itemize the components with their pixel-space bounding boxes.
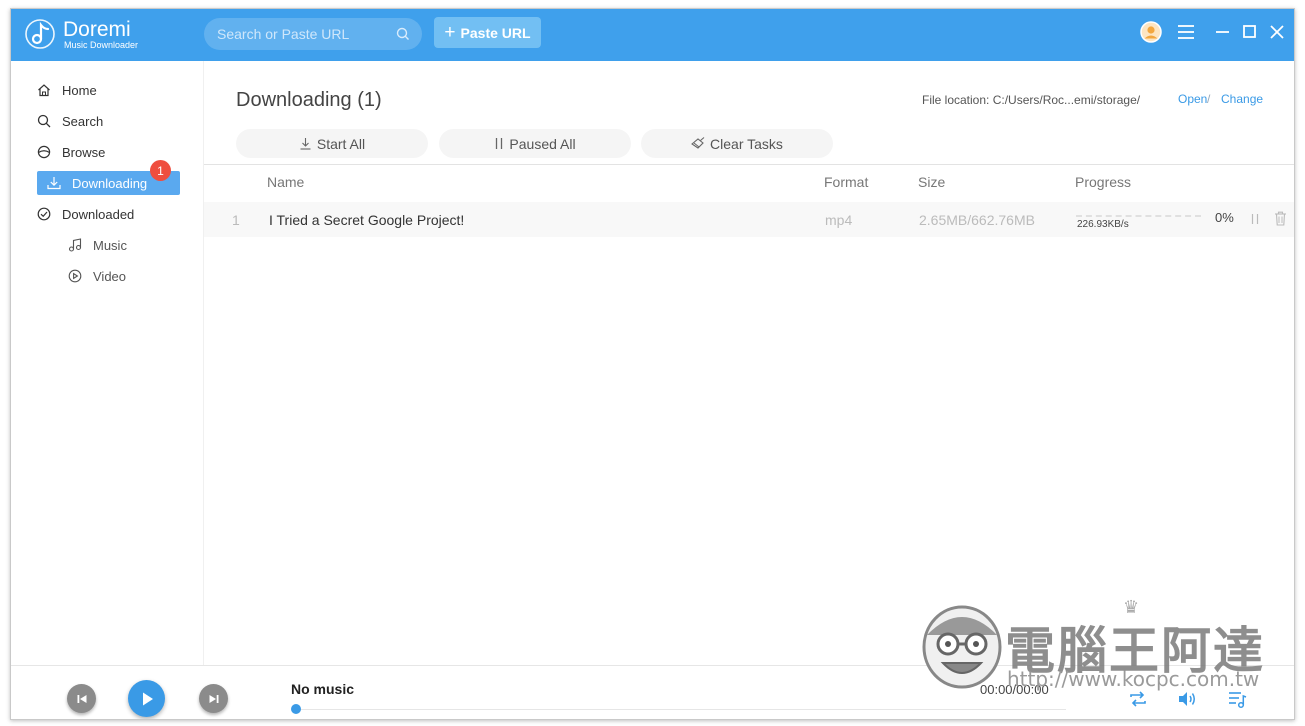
sidebar-item-video[interactable]: Video [68,264,126,288]
table-row[interactable]: 1 I Tried a Secret Google Project! mp4 2… [204,202,1294,237]
change-link[interactable]: Change [1221,92,1263,106]
sidebar-item-label: Home [62,82,97,98]
paste-url-label: Paste URL [460,24,531,41]
download-speed: 226.93KB/s [1077,219,1129,230]
column-header-name: Name [267,174,305,190]
play-circle-icon [68,269,82,283]
column-header-progress: Progress [1075,174,1132,190]
sidebar-item-search[interactable]: Search [37,109,103,133]
app-window: Doremi Music Downloader + Paste URL [10,8,1295,720]
seek-bar[interactable] [296,709,1066,710]
progress-bar [1076,215,1201,217]
clear-tasks-button[interactable]: Clear Tasks [641,129,833,158]
skip-forward-icon [209,694,218,703]
mascot-face-icon [922,605,1002,689]
watermark: ♛ 電腦王阿達 http://www.kocpc.com.tw [917,597,1277,697]
paused-all-label: Paused All [509,135,576,152]
browse-icon [37,145,51,159]
header-divider [204,164,1294,165]
sidebar-item-label: Downloaded [62,206,135,222]
search-icon [37,114,51,128]
maximize-icon[interactable] [1241,23,1259,41]
title-bar: Doremi Music Downloader + Paste URL [11,9,1294,61]
app-name: Doremi [63,18,131,41]
avatar-icon[interactable] [1140,21,1162,43]
column-header-format: Format [824,174,869,190]
open-link[interactable]: Open [1178,92,1207,106]
sidebar-item-browse[interactable]: Browse [37,140,105,164]
file-location: File location: C:/Users/Roc...emi/storag… [922,93,1141,107]
progress-percent: 0% [1215,210,1234,225]
main-panel: Downloading (1) File location: C:/Users/… [204,61,1294,665]
pause-icon[interactable] [1250,212,1260,226]
start-all-label: Start All [316,135,366,152]
sidebar-item-downloaded[interactable]: Downloaded [37,202,134,226]
now-playing-title: No music [291,681,355,697]
check-circle-icon [37,207,51,221]
sidebar: Home Search Browse Downloading 1 Downloa… [11,61,204,665]
search-box[interactable] [204,18,422,50]
broom-icon [691,137,705,149]
sidebar-item-label: Browse [62,144,106,160]
app-subtitle: Music Downloader [64,40,139,50]
start-all-button[interactable]: Start All [236,129,428,158]
download-icon [47,177,61,190]
music-note-logo-icon [25,19,55,49]
page-title: Downloading (1) [236,89,382,111]
row-format: mp4 [825,212,853,228]
sidebar-item-music[interactable]: Music [68,233,127,257]
previous-track-button[interactable] [67,684,96,713]
next-track-button[interactable] [199,684,228,713]
paused-all-button[interactable]: Paused All [439,129,631,158]
paste-url-button[interactable]: + Paste URL [434,17,541,48]
downloading-count-badge: 1 [150,160,171,181]
close-icon[interactable] [1268,23,1286,41]
play-button[interactable] [128,680,165,717]
sidebar-item-label: Video [93,268,127,284]
search-icon[interactable] [396,27,410,41]
seek-handle[interactable] [291,704,301,714]
home-icon [38,84,50,97]
music-note-icon [68,238,82,252]
link-separator: / [1207,92,1211,106]
sidebar-item-label: Search [62,113,104,129]
menu-icon[interactable] [1177,23,1195,41]
watermark-url: http://www.kocpc.com.tw [1007,667,1260,691]
row-title: I Tried a Secret Google Project! [269,212,465,228]
search-input[interactable] [217,24,387,44]
row-size: 2.65MB/662.76MB [919,212,1035,228]
minimize-icon[interactable] [1214,23,1232,41]
sidebar-item-label: Music [93,237,127,253]
trash-icon[interactable] [1274,211,1287,226]
play-icon [142,692,153,705]
row-index: 1 [232,212,240,228]
sidebar-item-home[interactable]: Home [37,78,97,102]
clear-tasks-label: Clear Tasks [710,135,783,152]
sidebar-item-label: Downloading [72,175,148,191]
download-icon [300,138,311,150]
plus-icon: + [444,22,456,43]
skip-back-icon [77,694,86,703]
pause-icon [496,138,503,149]
column-header-size: Size [918,174,946,190]
